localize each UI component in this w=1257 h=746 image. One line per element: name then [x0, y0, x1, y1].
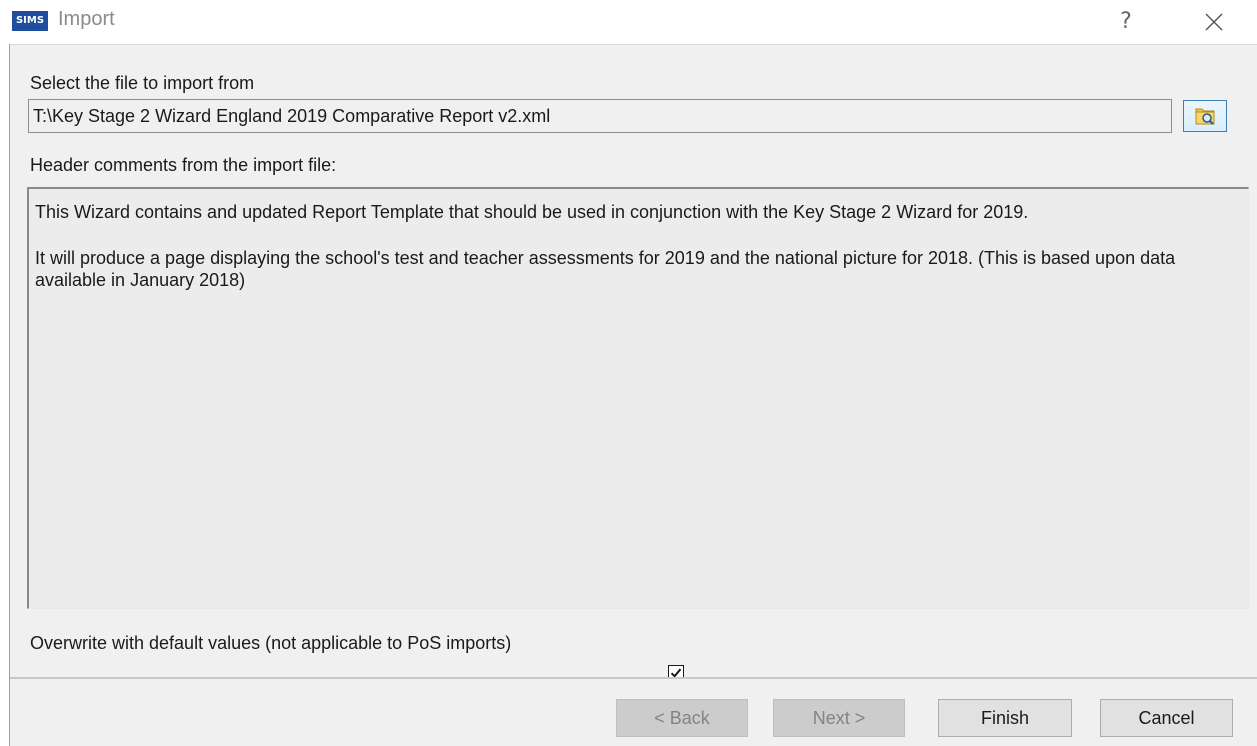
file-path-field[interactable]: T:\Key Stage 2 Wizard England 2019 Compa… — [28, 99, 1172, 133]
comment-line-1: This Wizard contains and updated Report … — [35, 202, 1029, 222]
back-button[interactable]: < Back — [616, 699, 748, 737]
comment-line-2: It will produce a page displaying the sc… — [35, 248, 1176, 290]
help-button[interactable]: ? — [1102, 4, 1150, 40]
sims-logo: SIMS — [12, 11, 48, 31]
header-comments-box: This Wizard contains and updated Report … — [27, 187, 1249, 609]
import-dialog: SIMS Import ? Select the file to import … — [0, 0, 1257, 746]
button-bar: < Back Next > Finish Cancel — [10, 677, 1257, 746]
close-icon — [1205, 13, 1223, 31]
comments-label: Header comments from the import file: — [30, 155, 337, 175]
overwrite-label: Overwrite with default values (not appli… — [30, 633, 512, 653]
window-left-edge — [0, 44, 10, 746]
file-label: Select the file to import from — [30, 73, 255, 93]
browse-button[interactable] — [1183, 100, 1227, 132]
dialog-content: Select the file to import from T:\Key St… — [10, 44, 1257, 681]
folder-search-icon — [1195, 108, 1215, 125]
window-title: Import — [58, 8, 115, 30]
title-bar: SIMS Import ? — [0, 0, 1257, 44]
cancel-button[interactable]: Cancel — [1100, 699, 1233, 737]
finish-button[interactable]: Finish — [938, 699, 1072, 737]
close-button[interactable] — [1190, 4, 1238, 40]
next-button[interactable]: Next > — [773, 699, 905, 737]
